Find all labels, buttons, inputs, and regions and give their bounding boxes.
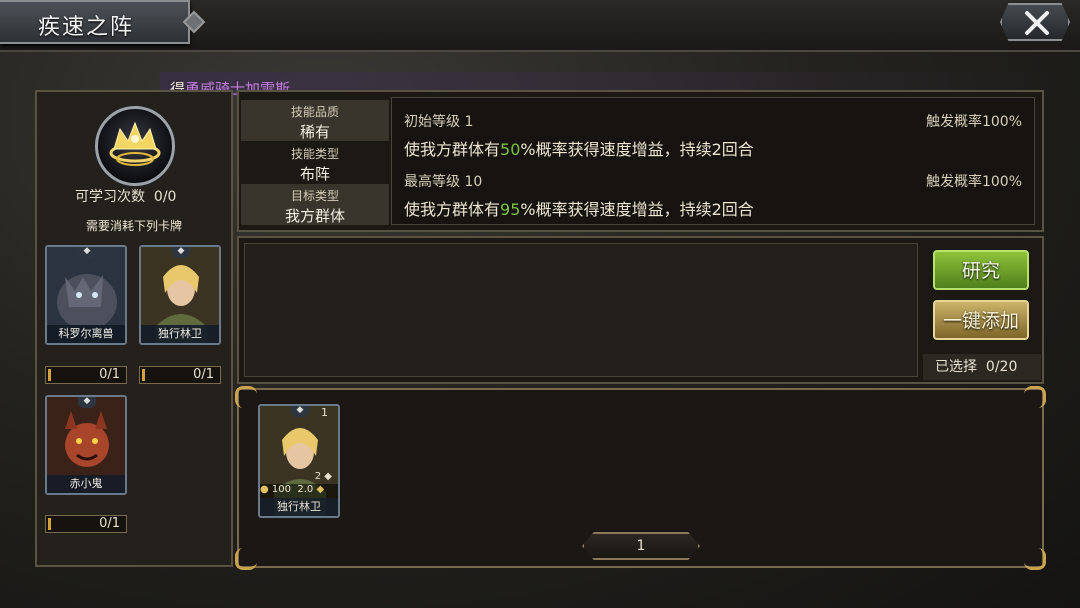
skill-emblem (95, 106, 175, 186)
max-level-desc: 使我方群体有95%概率获得速度增益，持续2回合 (404, 196, 754, 220)
pool-card-level-value: 2 (314, 471, 322, 482)
required-card-2-count: 0/1 (139, 366, 221, 384)
pool-card-name: 独行林卫 (260, 498, 338, 516)
selected-label: 已选择 (935, 359, 977, 375)
close-button[interactable] (1000, 3, 1070, 41)
initial-trigger-prob: 触发概率100% (925, 114, 1022, 130)
pool-card-stats: ● 100 2.0 ◆ (260, 484, 338, 498)
pool-card-cost: 100 (271, 484, 292, 495)
attr-key: 技能品质 (290, 105, 339, 119)
card-class-badge: ◆ (78, 397, 96, 408)
selected-value: 0/20 (985, 359, 1018, 375)
material-slot-area[interactable] (244, 243, 918, 377)
required-card-1[interactable]: ◆ 科罗尔离兽 (45, 245, 127, 345)
attr-type: 技能类型 布阵 (241, 142, 389, 183)
max-pct: 95 (500, 200, 521, 219)
diamond-icon: ◆ (316, 484, 325, 495)
corner-ornament (235, 386, 257, 408)
pool-card[interactable]: ◆ 1 2 ◆ ● 100 2.0 ◆ 独行林卫 (258, 404, 340, 518)
desc-prefix: 使我方群体有 (404, 140, 501, 159)
attr-target: 目标类型 我方群体 (241, 184, 389, 225)
desc-suffix: %概率获得速度增益，持续2回合 (520, 140, 754, 159)
corner-ornament (1024, 386, 1046, 408)
diamond-icon: ◆ (324, 471, 332, 482)
card-class-badge: ◆ (172, 247, 190, 258)
required-card-2[interactable]: ◆ 独行林卫 (139, 245, 221, 345)
desc-suffix: %概率获得速度增益，持续2回合 (520, 200, 754, 219)
need-cards-text: 需要消耗下列卡牌 (85, 219, 182, 233)
max-trigger-prob: 触发概率100% (925, 174, 1022, 190)
card-name: 科罗尔离兽 (47, 325, 125, 343)
golden-crown-icon (109, 121, 161, 166)
required-card-3-count: 0/1 (45, 515, 127, 533)
level-description-box: 初始等级 1 触发概率100% 使我方群体有50%概率获得速度增益，持续2回合 … (391, 97, 1035, 225)
quick-add-button[interactable]: 一键添加 (933, 300, 1029, 340)
max-level-label: 最高等级 10 (404, 174, 483, 190)
attr-key: 技能类型 (290, 147, 339, 161)
pool-card-level: 2 ◆ (315, 471, 332, 482)
initial-level-desc: 使我方群体有50%概率获得速度增益，持续2回合 (404, 136, 754, 160)
pool-card-speed: 2.0 (297, 484, 314, 495)
corner-ornament (235, 548, 257, 570)
material-slot-panel: 研究 一键添加 已选择 0/20 (237, 236, 1044, 384)
learn-count: 可学习次数 0/0 (75, 186, 176, 206)
required-card-3[interactable]: ◆ 赤小鬼 (45, 395, 127, 495)
card-name: 独行林卫 (141, 325, 219, 343)
research-button[interactable]: 研究 (933, 250, 1029, 290)
card-class-badge: ◆ (291, 406, 309, 417)
attr-key: 目标类型 (290, 189, 339, 203)
skill-info-panel: 技能品质 稀有 技能类型 布阵 目标类型 我方群体 初始等级 1 触发概率100… (237, 90, 1044, 232)
desc-prefix: 使我方群体有 (404, 200, 501, 219)
page-indicator[interactable]: 1 (582, 532, 700, 560)
initial-pct: 50 (500, 140, 521, 159)
close-icon (1025, 11, 1049, 35)
corner-ornament (1024, 548, 1046, 570)
selected-count: 已选择 0/20 (923, 354, 1041, 380)
initial-level-label: 初始等级 1 (404, 114, 474, 130)
learn-label: 可学习次数 (75, 189, 145, 205)
attr-quality: 技能品质 稀有 (241, 100, 389, 141)
pool-card-count: 1 (321, 406, 328, 419)
title-plate: 疾速之阵 (0, 0, 206, 44)
leadership-icon: ● (260, 484, 269, 495)
card-name: 赤小鬼 (47, 475, 125, 493)
card-class-badge: ◆ (78, 247, 96, 258)
attr-value: 稀有 (299, 123, 330, 141)
page-title: 疾速之阵 (38, 15, 135, 40)
learn-value: 0/0 (153, 189, 177, 205)
attr-value: 我方群体 (284, 207, 345, 225)
required-card-1-count: 0/1 (45, 366, 127, 384)
attr-value: 布阵 (299, 165, 330, 183)
